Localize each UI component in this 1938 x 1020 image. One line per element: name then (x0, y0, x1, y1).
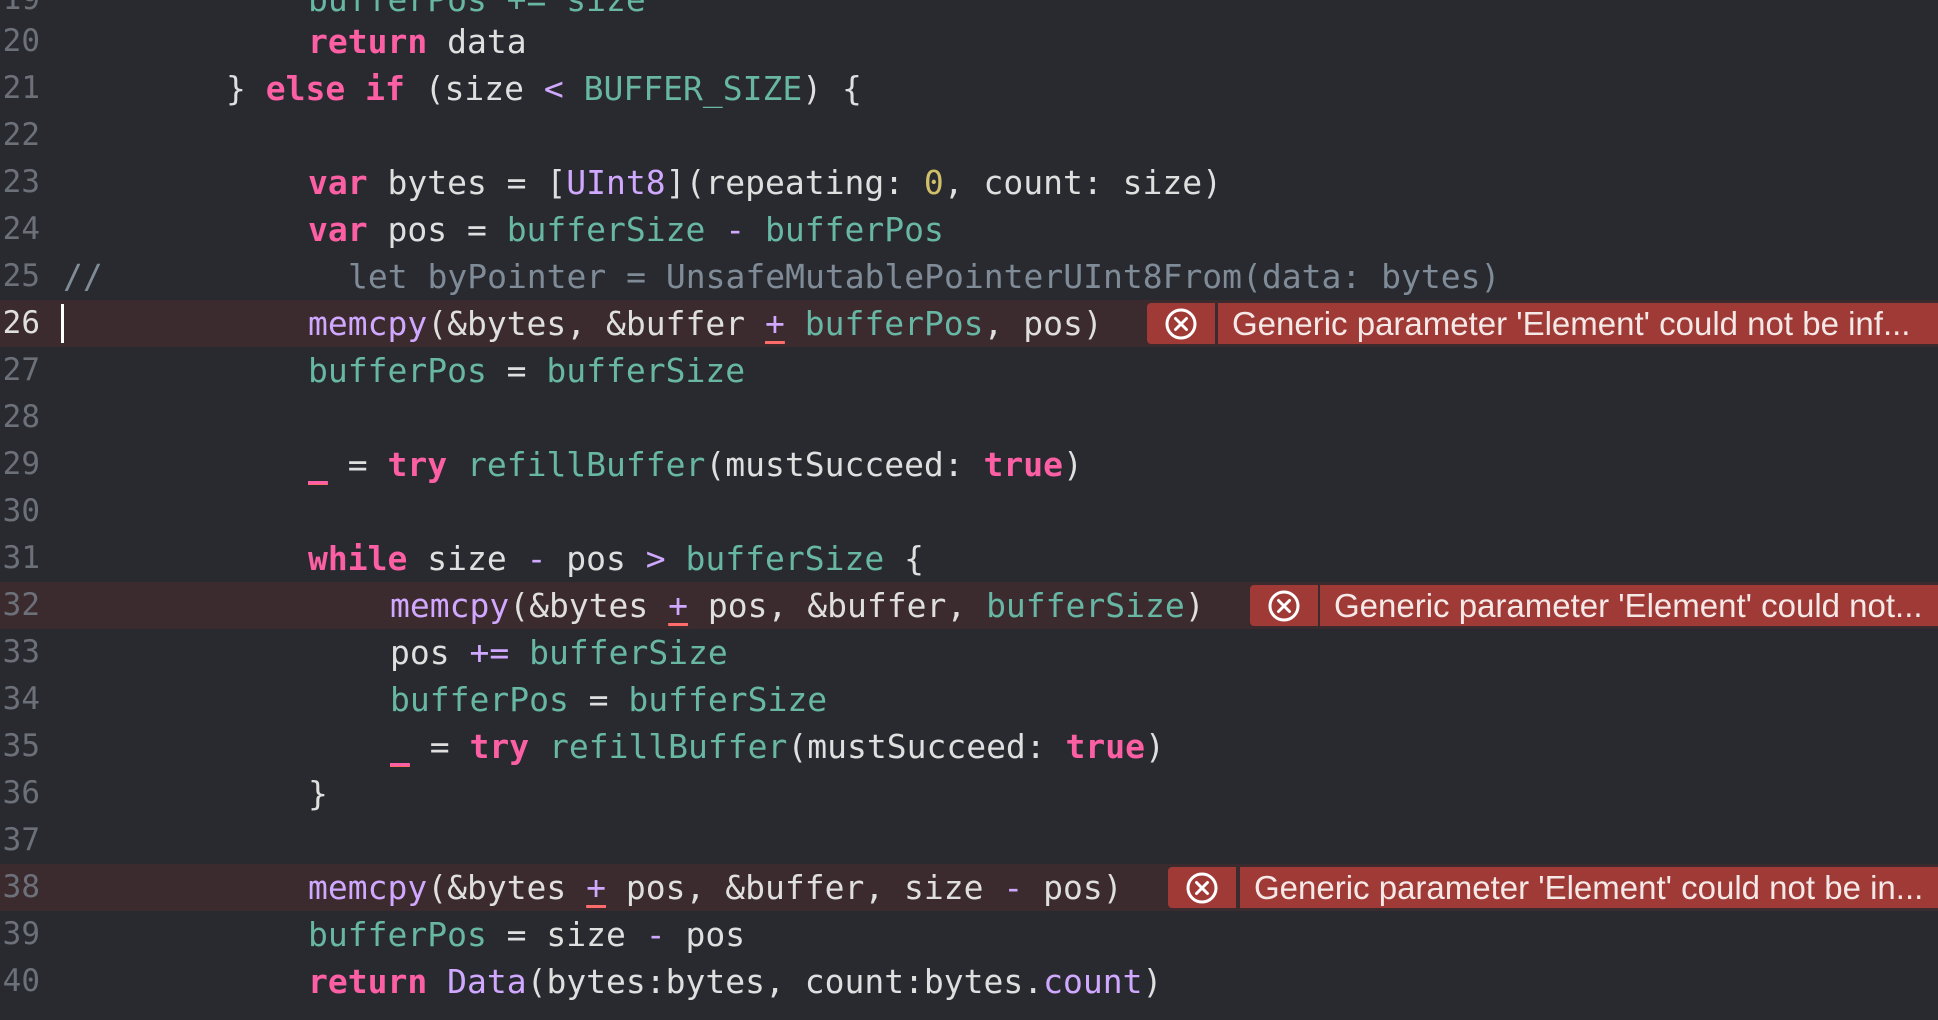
code-line-error[interactable]: 38 memcpy(&bytes + pos, &buffer, size - … (0, 864, 1938, 911)
code-line[interactable]: 28 (0, 394, 1938, 441)
code-line[interactable]: 37 (0, 817, 1938, 864)
code-line[interactable]: 31 while size - pos > bufferSize { (0, 535, 1938, 582)
line-number: 29 (2, 446, 40, 482)
error-message[interactable]: Generic parameter 'Element' could not... (1320, 585, 1938, 626)
error-message[interactable]: Generic parameter 'Element' could not be… (1218, 303, 1938, 344)
code-text: bufferPos = bufferSize (390, 680, 828, 719)
line-number: 36 (2, 775, 40, 811)
code-text: memcpy(&bytes + pos, &buffer, size - pos… (308, 868, 1123, 907)
code-text: return Data(bytes:bytes, count:bytes.cou… (308, 962, 1163, 1001)
code-text: } (308, 774, 328, 813)
code-line[interactable]: 30 (0, 488, 1938, 535)
code-text: } else if (size < BUFFER_SIZE) { (226, 69, 862, 108)
comment-text: let byPointer = UnsafeMutablePointerUInt… (348, 257, 1501, 296)
code-line[interactable]: 29 _ = try refillBuffer(mustSucceed: tru… (0, 441, 1938, 488)
code-text: var pos = bufferSize - bufferPos (308, 210, 944, 249)
line-number: 24 (2, 211, 40, 247)
line-number: 22 (2, 117, 40, 153)
error-icon[interactable] (1168, 867, 1236, 908)
code-line[interactable]: 20 return data (0, 18, 1938, 65)
code-line[interactable]: 22 (0, 112, 1938, 159)
code-line-error[interactable]: 26 memcpy(&bytes, &buffer + bufferPos, p… (0, 300, 1938, 347)
line-number: 30 (2, 493, 40, 529)
line-number: 33 (2, 634, 40, 670)
code-editor[interactable]: 19 bufferPos += size 20 return data 21 }… (0, 0, 1938, 1020)
code-text: _ = try refillBuffer(mustSucceed: true) (308, 445, 1083, 484)
code-line[interactable]: 40 return Data(bytes:bytes, count:bytes.… (0, 958, 1938, 1005)
code-line[interactable]: 27 bufferPos = bufferSize (0, 347, 1938, 394)
line-number: 40 (2, 963, 40, 999)
line-number: 38 (2, 869, 40, 905)
code-line[interactable]: 34 bufferPos = bufferSize (0, 676, 1938, 723)
code-line[interactable]: 35 _ = try refillBuffer(mustSucceed: tru… (0, 723, 1938, 770)
code-text: return data (308, 22, 527, 61)
code-text: var bytes = [UInt8](repeating: 0, count:… (308, 163, 1222, 202)
code-line[interactable]: 36 } (0, 770, 1938, 817)
code-text: bufferPos = size - pos (308, 915, 746, 954)
line-number: 34 (2, 681, 40, 717)
error-message[interactable]: Generic parameter 'Element' could not be… (1240, 867, 1938, 908)
code-text: pos += bufferSize (390, 633, 728, 672)
code-line[interactable]: 24 var pos = bufferSize - bufferPos (0, 206, 1938, 253)
error-icon[interactable] (1250, 585, 1318, 626)
text-caret (61, 304, 64, 343)
line-number: 32 (2, 587, 40, 623)
line-number: 21 (2, 70, 40, 106)
code-text: while size - pos > bufferSize { (308, 539, 924, 578)
line-number: 23 (2, 164, 40, 200)
line-number: 20 (2, 23, 40, 59)
line-number: 39 (2, 916, 40, 952)
code-line-error[interactable]: 32 memcpy(&bytes + pos, &buffer, bufferS… (0, 582, 1938, 629)
error-icon[interactable] (1147, 303, 1215, 344)
line-number: 35 (2, 728, 40, 764)
code-line[interactable]: 25 // let byPointer = UnsafeMutablePoint… (0, 253, 1938, 300)
code-text: memcpy(&bytes, &buffer + bufferPos, pos) (308, 304, 1103, 343)
comment-prefix: // (63, 257, 103, 296)
code-text: bufferPos = bufferSize (308, 351, 746, 390)
code-text: _ = try refillBuffer(mustSucceed: true) (390, 727, 1165, 766)
line-number: 25 (2, 258, 40, 294)
line-number: 37 (2, 822, 40, 858)
code-text: memcpy(&bytes + pos, &buffer, bufferSize… (390, 586, 1205, 625)
line-number: 31 (2, 540, 40, 576)
line-number: 27 (2, 352, 40, 388)
line-number: 26 (2, 305, 40, 341)
line-number: 28 (2, 399, 40, 435)
code-line[interactable]: 23 var bytes = [UInt8](repeating: 0, cou… (0, 159, 1938, 206)
code-line[interactable]: 33 pos += bufferSize (0, 629, 1938, 676)
code-line[interactable]: 21 } else if (size < BUFFER_SIZE) { (0, 65, 1938, 112)
code-line[interactable]: 39 bufferPos = size - pos (0, 911, 1938, 958)
